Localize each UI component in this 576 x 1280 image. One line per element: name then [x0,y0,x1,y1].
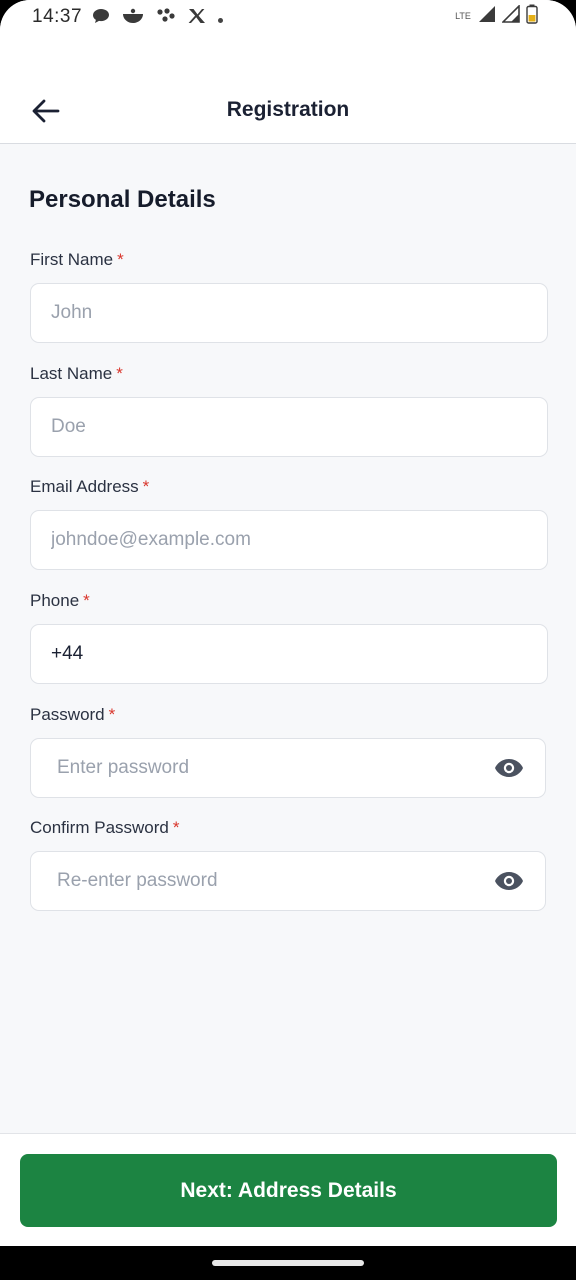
phone-input-box [30,624,548,684]
password-input-box [30,738,546,798]
password-input[interactable] [57,757,545,779]
footer-bar: Next: Address Details [0,1133,576,1246]
last-name-label: Last Name * [30,364,123,383]
first-name-field: First Name * [30,249,548,343]
required-marker: * [83,591,90,610]
first-name-input-box [30,283,548,343]
phone-input[interactable] [51,643,547,665]
confirm-password-label: Confirm Password * [30,818,180,837]
eye-icon [495,759,523,777]
required-marker: * [108,705,116,724]
email-input[interactable] [51,529,547,551]
password-field: Password * [30,704,548,798]
confirm-password-visibility-toggle[interactable] [493,867,525,895]
page-title: Registration [226,98,350,121]
password-label: Password * [30,705,116,724]
last-name-input-box [30,397,548,457]
network-type-label: LTE [455,11,471,21]
eye-icon [495,872,523,890]
status-time: 14:37 [32,6,83,27]
app-header: Registration [0,36,576,144]
home-indicator[interactable] [212,1260,364,1266]
more-notifications-dot [218,18,223,23]
email-input-box [30,510,548,570]
signal-2-icon [501,4,520,28]
signal-icon [478,5,496,28]
notification-icons [92,8,223,29]
last-name-field: Last Name * [30,363,548,457]
required-marker: * [117,250,124,269]
email-field: Email Address * [30,476,548,570]
confirm-password-input[interactable] [57,870,545,892]
first-name-input[interactable] [51,302,547,324]
phone-label: Phone * [30,591,90,610]
bowl-icon [122,8,144,29]
confirm-password-field: Confirm Password * [30,817,548,911]
system-icons: LTE [454,4,538,29]
battery-icon [526,4,538,29]
section-title: Personal Details [29,186,216,213]
required-marker: * [116,364,123,383]
app-badge-icon [156,8,176,29]
status-bar: 14:37 LTE [0,0,576,36]
email-label: Email Address * [30,477,150,496]
password-visibility-toggle[interactable] [493,754,525,782]
first-name-label: First Name * [30,250,124,269]
required-marker: * [142,477,150,496]
x-logo-icon [188,8,206,29]
chat-bubble-icon [92,8,110,29]
phone-field: Phone * [30,590,548,684]
required-marker: * [172,818,180,837]
next-address-details-button[interactable]: Next: Address Details [20,1154,557,1227]
confirm-password-input-box [30,851,546,911]
last-name-input[interactable] [51,416,547,438]
app-screen: 14:37 LTE Registration Personal Details … [0,0,576,1246]
